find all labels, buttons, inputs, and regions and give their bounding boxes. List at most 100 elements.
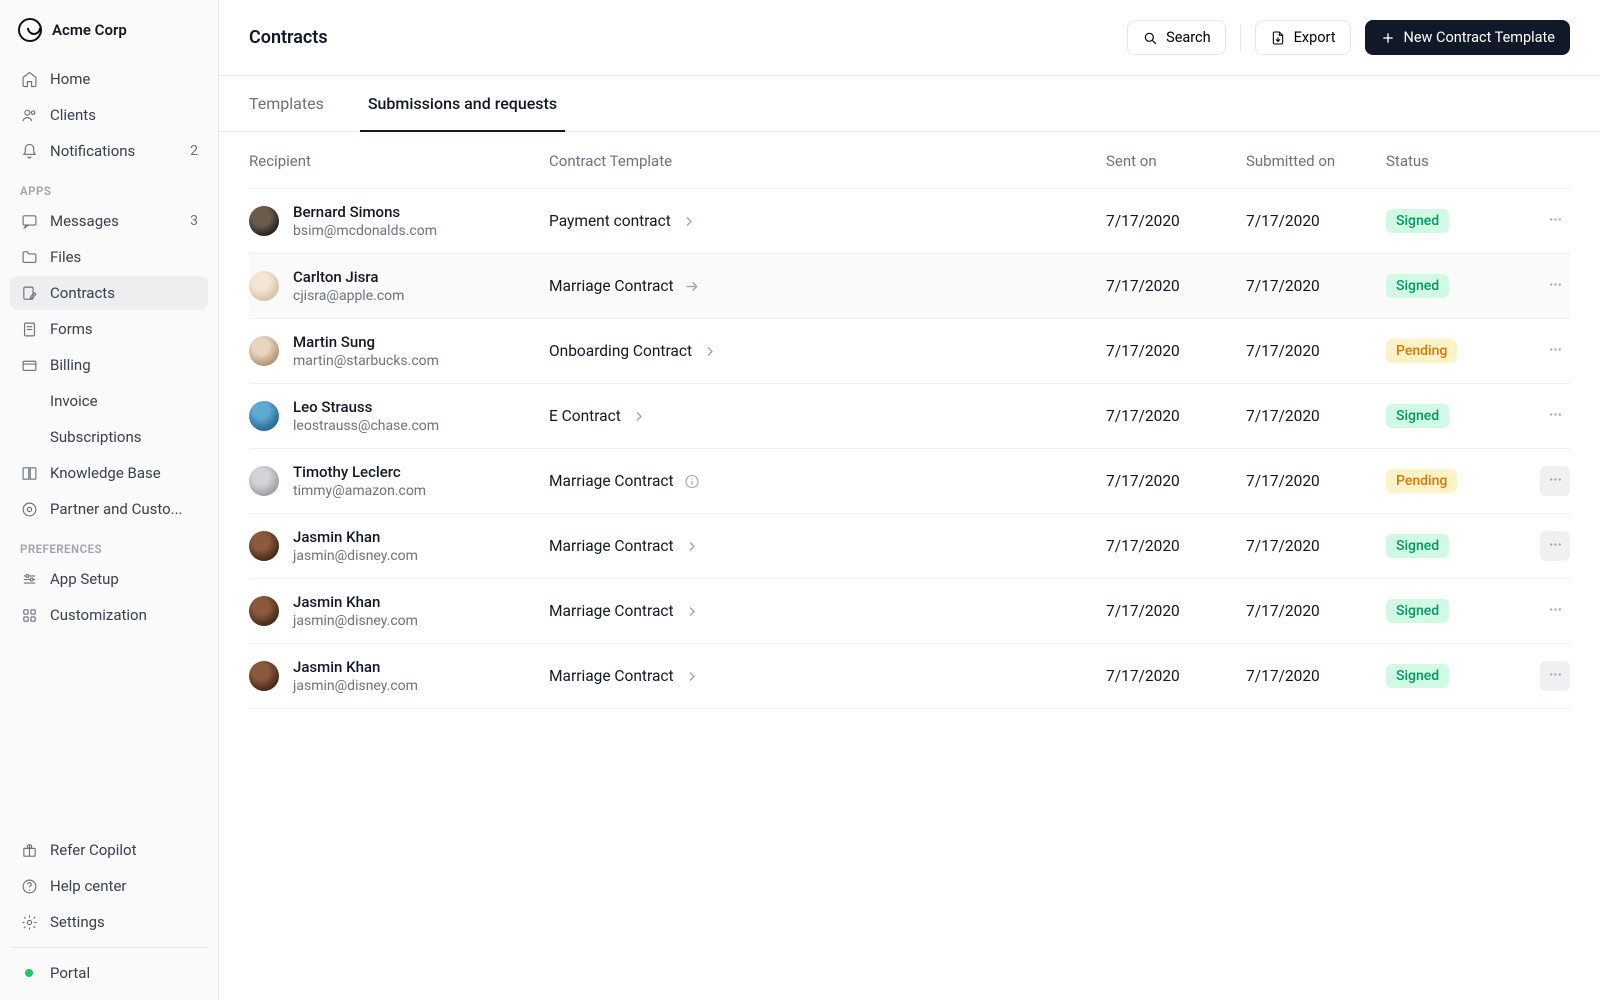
recipient-email: cjisra@apple.com	[293, 288, 404, 304]
chat-icon	[20, 212, 38, 230]
recipient-name: Jasmin Khan	[293, 528, 418, 546]
recipient-name: Martin Sung	[293, 333, 439, 351]
template-cell[interactable]: Marriage Contract	[549, 667, 1106, 685]
submitted-on: 7/17/2020	[1246, 667, 1386, 685]
bell-icon	[20, 142, 38, 160]
more-icon	[1547, 601, 1564, 622]
row-more-button[interactable]	[1540, 531, 1570, 561]
row-more-button[interactable]	[1540, 206, 1570, 236]
recipient-cell: Martin Sung martin@starbucks.com	[249, 333, 549, 369]
sidebar-item-files[interactable]: Files	[10, 240, 208, 274]
template-cell[interactable]: Marriage Contract	[549, 602, 1106, 620]
sidebar-item-help[interactable]: Help center	[10, 869, 208, 903]
template-cell[interactable]: E Contract	[549, 407, 1106, 425]
th-recipient: Recipient	[249, 152, 549, 170]
header: Contracts Search Export New Contract Tem…	[219, 0, 1600, 76]
section-prefs: PREFERENCES	[10, 526, 208, 562]
sidebar-item-kb[interactable]: Knowledge Base	[10, 456, 208, 490]
help-icon	[20, 877, 38, 895]
sidebar-item-label: Customization	[50, 606, 198, 624]
submitted-on: 7/17/2020	[1246, 342, 1386, 360]
table-header: Recipient Contract Template Sent on Subm…	[249, 132, 1570, 189]
status-cell: Signed	[1386, 599, 1526, 623]
portal-label: Portal	[50, 964, 198, 982]
template-cell[interactable]: Marriage Contract	[549, 277, 1106, 295]
table-row[interactable]: Timothy Leclerc timmy@amazon.com Marriag…	[249, 449, 1570, 514]
sidebar-item-contracts[interactable]: Contracts	[10, 276, 208, 310]
row-more-button[interactable]	[1540, 466, 1570, 496]
brand-name: Acme Corp	[52, 21, 127, 39]
recipient-cell: Jasmin Khan jasmin@disney.com	[249, 593, 549, 629]
recipient-email: jasmin@disney.com	[293, 613, 418, 629]
table-row[interactable]: Martin Sung martin@starbucks.com Onboard…	[249, 319, 1570, 384]
status-cell: Signed	[1386, 534, 1526, 558]
template-cell[interactable]: Payment contract	[549, 212, 1106, 230]
sidebar-item-notifications[interactable]: Notifications2	[10, 134, 208, 168]
table-row[interactable]: Jasmin Khan jasmin@disney.com Marriage C…	[249, 644, 1570, 709]
submitted-on: 7/17/2020	[1246, 602, 1386, 620]
status-badge: Signed	[1386, 404, 1449, 428]
sidebar-item-settings[interactable]: Settings	[10, 905, 208, 939]
table-row[interactable]: Jasmin Khan jasmin@disney.com Marriage C…	[249, 514, 1570, 579]
sidebar-item-label: Help center	[50, 877, 198, 895]
brand[interactable]: Acme Corp	[10, 18, 208, 62]
row-more-button[interactable]	[1540, 596, 1570, 626]
row-more-button[interactable]	[1540, 401, 1570, 431]
section-apps: APPS	[10, 168, 208, 204]
status-badge: Signed	[1386, 534, 1449, 558]
sidebar-item-portal[interactable]: Portal	[10, 956, 208, 990]
template-name: Marriage Contract	[549, 667, 674, 685]
sidebar-item-subscriptions[interactable]: Subscriptions	[10, 420, 208, 454]
sidebar-item-refer[interactable]: Refer Copilot	[10, 833, 208, 867]
sidebar-item-messages[interactable]: Messages3	[10, 204, 208, 238]
sidebar-item-invoice[interactable]: Invoice	[10, 384, 208, 418]
status-badge: Signed	[1386, 664, 1449, 688]
arrow-right-icon	[684, 278, 700, 294]
recipient-email: leostrauss@chase.com	[293, 418, 439, 434]
plus-icon	[1380, 30, 1396, 46]
row-more-button[interactable]	[1540, 661, 1570, 691]
tab-templates[interactable]: Templates	[249, 76, 324, 131]
row-more-button[interactable]	[1540, 271, 1570, 301]
sidebar-item-partner[interactable]: Partner and Custo...	[10, 492, 208, 526]
table-row[interactable]: Bernard Simons bsim@mcdonalds.com Paymen…	[249, 189, 1570, 254]
table-row[interactable]: Leo Strauss leostrauss@chase.com E Contr…	[249, 384, 1570, 449]
sidebar-item-home[interactable]: Home	[10, 62, 208, 96]
recipient-cell: Bernard Simons bsim@mcdonalds.com	[249, 203, 549, 239]
tab-submissions[interactable]: Submissions and requests	[368, 76, 557, 131]
gear-round-icon	[20, 500, 38, 518]
template-name: Marriage Contract	[549, 602, 674, 620]
new-contract-template-button[interactable]: New Contract Template	[1365, 20, 1571, 55]
recipient-name: Carlton Jisra	[293, 268, 404, 286]
doc-icon	[20, 320, 38, 338]
th-sent: Sent on	[1106, 152, 1246, 170]
more-icon	[1547, 406, 1564, 427]
table-row[interactable]: Jasmin Khan jasmin@disney.com Marriage C…	[249, 579, 1570, 644]
sidebar-item-billing[interactable]: Billing	[10, 348, 208, 382]
table-row[interactable]: Carlton Jisra cjisra@apple.com Marriage …	[249, 254, 1570, 319]
status-cell: Signed	[1386, 664, 1526, 688]
chevron-right-icon	[684, 668, 700, 684]
sent-on: 7/17/2020	[1106, 277, 1246, 295]
sidebar-item-clients[interactable]: Clients	[10, 98, 208, 132]
search-button[interactable]: Search	[1127, 20, 1226, 55]
sidebar-item-forms[interactable]: Forms	[10, 312, 208, 346]
main: Contracts Search Export New Contract Tem…	[219, 0, 1600, 1000]
sidebar-item-customization[interactable]: Customization	[10, 598, 208, 632]
template-cell[interactable]: Marriage Contract	[549, 472, 1106, 490]
recipient-name: Bernard Simons	[293, 203, 437, 221]
card-icon	[20, 356, 38, 374]
template-cell[interactable]: Marriage Contract	[549, 537, 1106, 555]
sidebar-item-app-setup[interactable]: App Setup	[10, 562, 208, 596]
template-cell[interactable]: Onboarding Contract	[549, 342, 1106, 360]
sidebar-item-label: Forms	[50, 320, 198, 338]
export-button[interactable]: Export	[1255, 20, 1351, 55]
sidebar-item-label: Notifications	[50, 142, 178, 160]
avatar	[249, 206, 279, 236]
info-icon	[684, 473, 700, 489]
sidebar-item-label: Refer Copilot	[50, 841, 198, 859]
row-more-button[interactable]	[1540, 336, 1570, 366]
home-icon	[20, 70, 38, 88]
template-name: Marriage Contract	[549, 472, 674, 490]
recipient-email: jasmin@disney.com	[293, 678, 418, 694]
